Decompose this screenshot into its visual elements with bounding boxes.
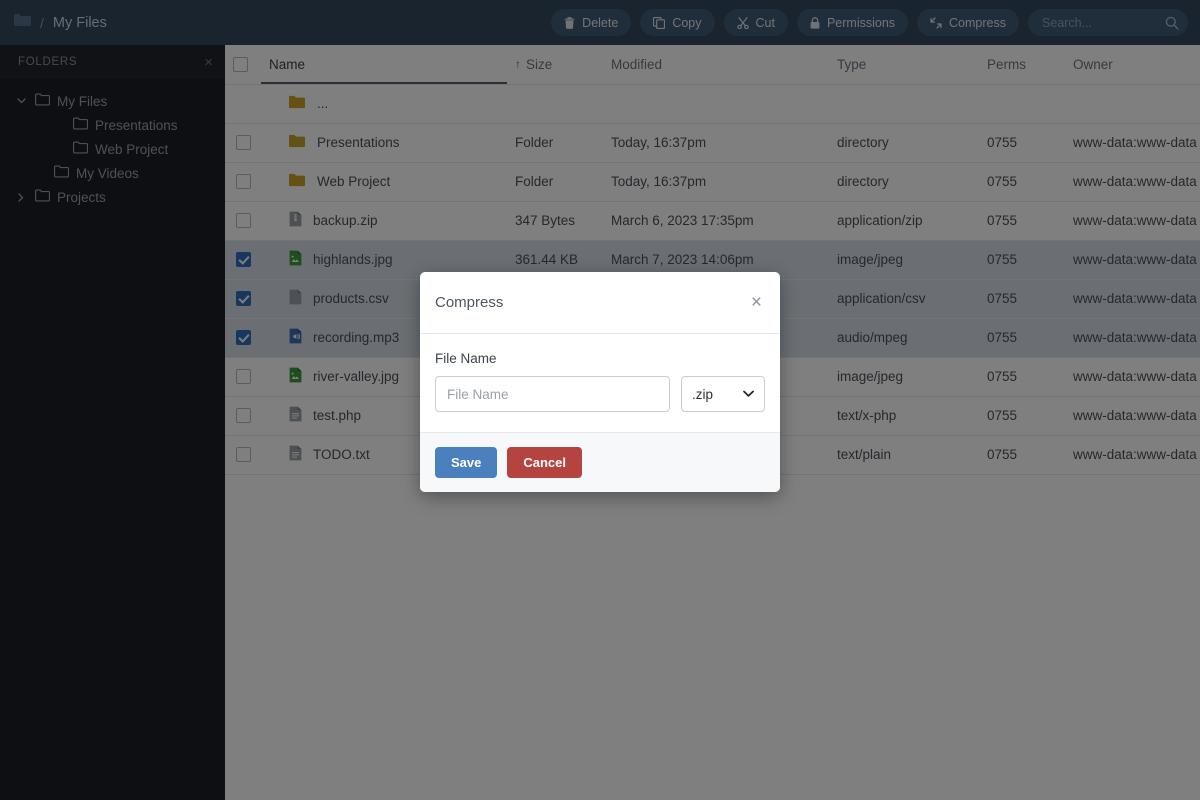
close-icon[interactable]: × xyxy=(749,293,764,312)
modal-title: Compress xyxy=(435,294,504,311)
compress-modal: Compress × File Name .zip.tar.tar.gz.7z … xyxy=(420,272,780,492)
extension-select-wrap: .zip.tar.tar.gz.7z xyxy=(681,376,765,412)
extension-select[interactable]: .zip.tar.tar.gz.7z xyxy=(681,376,765,412)
cancel-button[interactable]: Cancel xyxy=(507,447,583,478)
file-name-input[interactable] xyxy=(435,376,670,412)
file-name-row: .zip.tar.tar.gz.7z xyxy=(435,376,765,412)
save-button[interactable]: Save xyxy=(435,447,498,478)
file-manager-app: FOLDERS × My FilesPresentationsWeb Proje… xyxy=(0,0,1200,800)
modal-body: File Name .zip.tar.tar.gz.7z xyxy=(420,334,780,432)
file-name-label: File Name xyxy=(435,351,497,366)
modal-footer: Save Cancel xyxy=(420,432,780,492)
modal-header: Compress × xyxy=(420,272,780,334)
